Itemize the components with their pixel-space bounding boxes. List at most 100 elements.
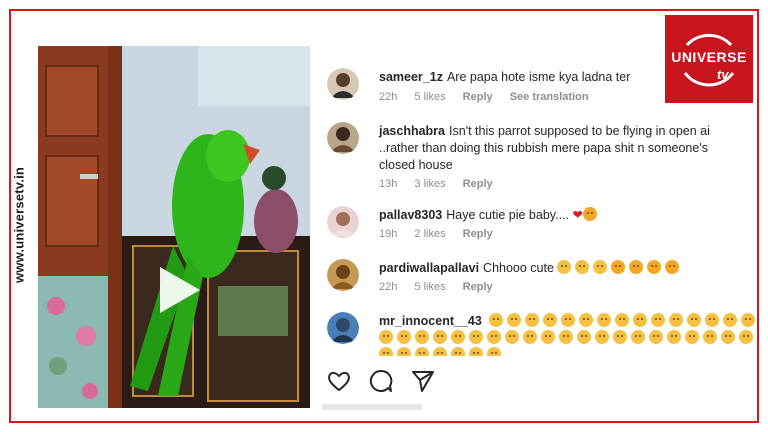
emoji-icon [577, 330, 591, 344]
comment-body-line3: closed house [379, 158, 453, 172]
emoji-icon [561, 313, 576, 327]
reply-button[interactable]: Reply [463, 91, 493, 103]
emoji-icon [379, 347, 393, 356]
emoji-icon [667, 330, 681, 344]
comment-username[interactable]: mr_innocent__43 [379, 314, 482, 328]
emoji-icon [685, 330, 699, 344]
emoji-icon [507, 313, 522, 327]
comment-text: mr_innocent__43 [379, 313, 765, 356]
emoji-icon [633, 313, 648, 327]
avatar[interactable] [327, 312, 359, 344]
emoji-icon [705, 313, 720, 327]
emoji-icon [557, 260, 572, 274]
emoji-icon [469, 330, 483, 344]
comment-item: jaschhabra Isn't this parrot supposed to … [322, 114, 768, 196]
emoji-icon [397, 347, 411, 356]
emoji-icon [651, 313, 666, 327]
emoji-icon [647, 260, 662, 274]
emoji-icon [379, 330, 393, 344]
comment-icon[interactable] [368, 368, 394, 394]
emoji-icon [543, 313, 558, 327]
heart-emoji-icon: ❤ [572, 208, 583, 222]
heart-icon[interactable] [326, 368, 352, 394]
emoji-icon [703, 330, 717, 344]
emoji-icon [721, 330, 735, 344]
emoji-icon [687, 313, 702, 327]
emoji-icon [525, 313, 540, 327]
emoji-icon [631, 330, 645, 344]
comment-likes[interactable]: 3 likes [414, 178, 445, 190]
emoji-icon [397, 330, 411, 344]
reply-button[interactable]: Reply [463, 178, 493, 190]
see-translation-button[interactable]: See translation [510, 91, 589, 103]
emoji-icon [611, 260, 626, 274]
emoji-icon [593, 260, 608, 274]
emoji-icon [615, 313, 630, 327]
comment-time: 22h [379, 281, 398, 293]
comment-body: Are papa hote isme kya ladna ter [446, 70, 631, 84]
comment-likes[interactable]: 5 likes [414, 281, 445, 293]
comment-likes[interactable]: 5 likes [414, 91, 445, 103]
avatar[interactable] [327, 68, 359, 100]
comment-meta: 22h 5 likes Reply [379, 281, 507, 293]
emoji-icon [487, 330, 501, 344]
emoji-icon [613, 330, 627, 344]
comment-text: pardiwallapallavi Chhooo cute [379, 260, 768, 277]
comment-item: pardiwallapallavi Chhooo cute 22h 5 likes… [322, 251, 768, 303]
comment-text: jaschhabra Isn't this parrot supposed to … [379, 123, 768, 174]
comment-body: Chhooo cute [483, 261, 554, 275]
comment-time: 13h [379, 178, 398, 190]
emoji-icon [489, 313, 504, 327]
comment-username[interactable]: pardiwallapallavi [379, 261, 479, 275]
emoji-icon [595, 330, 609, 344]
avatar[interactable] [327, 206, 359, 238]
emoji-icon [523, 330, 537, 344]
post-actions [326, 368, 436, 396]
comment-item: pallav8303 Haye cutie pie baby.... ❤ 19h … [322, 198, 768, 250]
comment-username[interactable]: sameer_1z [379, 70, 443, 84]
emoji-icon [579, 313, 594, 327]
emoji-icon [433, 330, 447, 344]
comment-time: 22h [379, 91, 398, 103]
emoji-icon [505, 330, 519, 344]
universe-tv-logo[interactable]: UNIVERSE tv [663, 13, 755, 105]
emoji-icon [739, 330, 753, 344]
comment-username[interactable]: jaschhabra [379, 124, 445, 138]
comment-body: Haye cutie pie baby.... [446, 208, 570, 222]
emoji-icon [415, 330, 429, 344]
watermark-url: www.universetv.in [4, 150, 34, 300]
comment-body: Isn't this parrot supposed to be flying … [449, 124, 710, 138]
comment-item: mr_innocent__43 [322, 304, 768, 356]
emoji-icon [487, 347, 501, 356]
comment-meta: 19h 2 likes Reply [379, 228, 507, 240]
avatar[interactable] [327, 259, 359, 291]
emoji-icon [665, 260, 680, 274]
comment-body-line2: ..rather than doing this rubbish mere pa… [379, 141, 708, 155]
comment-text: pallav8303 Haye cutie pie baby.... ❤ [379, 207, 768, 224]
comment-meta: 13h 3 likes Reply [379, 178, 507, 190]
emoji-icon [649, 330, 663, 344]
logo-tv-text: tv [717, 67, 729, 82]
logo-brand-text: UNIVERSE [671, 49, 747, 65]
reply-button[interactable]: Reply [463, 228, 493, 240]
heart-eyes-emoji-icon [582, 207, 597, 221]
avatar[interactable] [327, 122, 359, 154]
watermark-text: www.universetv.in [11, 166, 27, 284]
emoji-icon [451, 330, 465, 344]
play-icon[interactable] [156, 264, 202, 316]
emoji-icon [669, 313, 684, 327]
emoji-icon [559, 330, 573, 344]
comment-username[interactable]: pallav8303 [379, 208, 442, 222]
video-player[interactable] [38, 46, 310, 408]
emoji-icon [415, 347, 429, 356]
emoji-icon [629, 260, 644, 274]
emoji-icon [723, 313, 738, 327]
reply-button[interactable]: Reply [463, 281, 493, 293]
comment-likes[interactable]: 2 likes [414, 228, 445, 240]
emoji-icon [451, 347, 465, 356]
video-frame-image [38, 46, 310, 408]
share-icon[interactable] [410, 368, 436, 394]
comment-meta: 22h 5 likes Reply See translation [379, 91, 603, 103]
comment-time: 19h [379, 228, 398, 240]
emoji-icon [541, 330, 555, 344]
